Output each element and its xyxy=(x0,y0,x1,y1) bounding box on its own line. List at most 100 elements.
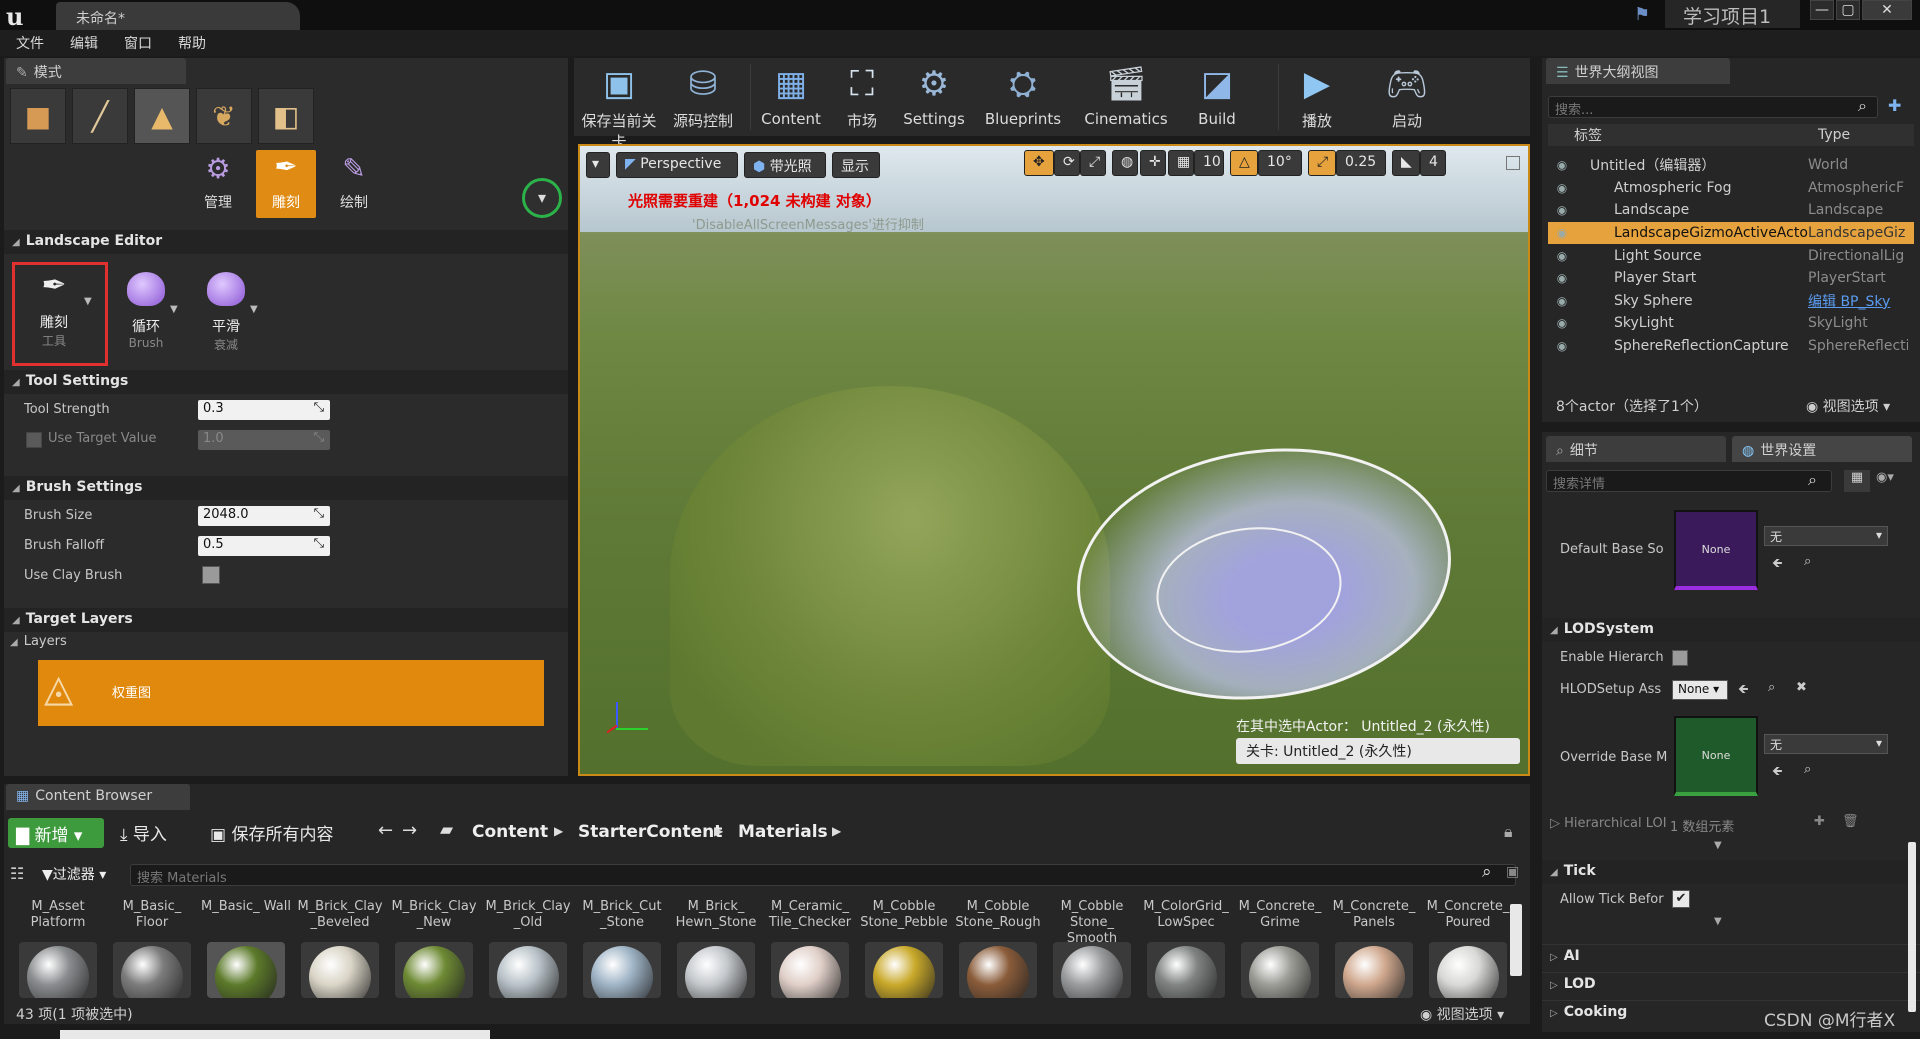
sculpt-tool-button[interactable]: ✒ 雕刻 工具 xyxy=(18,268,90,349)
folder-icon[interactable]: ▰ xyxy=(440,820,453,840)
scale-tool-button[interactable]: ⤢ xyxy=(1080,150,1106,176)
modes-tab[interactable]: ✎ 模式 xyxy=(6,58,186,84)
breadcrumb-starter-content[interactable]: StarterContent xyxy=(578,822,722,842)
tool-strength-field[interactable]: 0.3 ⤡ xyxy=(198,400,330,420)
settings-button[interactable]: ⚙ Settings xyxy=(896,58,972,134)
asset-thumbnail[interactable] xyxy=(1429,942,1507,998)
visibility-eye-icon[interactable]: ◉ xyxy=(1548,181,1576,195)
breadcrumb-separator-icon[interactable]: ▶ xyxy=(714,824,723,838)
play-button[interactable]: ▶ 播放 xyxy=(1284,58,1350,134)
use-selected-arrow-icon[interactable]: 🡸 xyxy=(1738,680,1749,702)
default-base-swatch[interactable]: None xyxy=(1674,510,1758,590)
grid-view-icon[interactable]: ▦ xyxy=(1844,470,1870,492)
scale-snap-value[interactable]: 0.25 xyxy=(1336,150,1386,176)
use-target-checkbox[interactable] xyxy=(26,432,42,448)
asset-thumbnail[interactable] xyxy=(677,942,755,998)
outliner-view-options[interactable]: ◉ 视图选项 ▾ xyxy=(1806,396,1890,416)
visibility-eye-icon[interactable]: ◉ xyxy=(1548,316,1576,330)
scale-snap-button[interactable]: ⤢ xyxy=(1308,150,1336,176)
override-base-dropdown[interactable]: 无 ▾ xyxy=(1764,734,1888,754)
browse-search-icon[interactable]: ⌕ xyxy=(1804,762,1811,777)
asset-thumbnail[interactable] xyxy=(19,942,97,998)
lock-icon[interactable]: 🔒︎ xyxy=(1504,822,1513,842)
type-column-header[interactable]: Type xyxy=(1818,127,1908,143)
breadcrumb-separator-icon[interactable]: ▶ xyxy=(554,824,563,838)
forward-arrow-icon[interactable]: → xyxy=(402,820,417,841)
content-browser-tab[interactable]: ▦ Content Browser xyxy=(6,784,190,810)
show-button[interactable]: 显示 xyxy=(832,152,880,178)
rotation-snap-button[interactable]: △ xyxy=(1230,150,1258,176)
list-item[interactable]: ◉ Player Start PlayerStart xyxy=(1548,267,1914,290)
menu-window[interactable]: 窗口 xyxy=(120,33,156,53)
falloff-dropdown-icon[interactable]: ▼ xyxy=(250,304,258,315)
details-scrollbar[interactable] xyxy=(1908,842,1916,1012)
add-filter-icon[interactable]: ✚ xyxy=(1888,96,1901,115)
marketplace-button[interactable]: ⛶ 市场 xyxy=(832,58,892,134)
hlod-setup-dropdown[interactable]: None ▾ xyxy=(1672,680,1728,700)
brush-settings-header[interactable]: ◢ Brush Settings xyxy=(4,476,568,500)
asset-thumbnail[interactable] xyxy=(1335,942,1413,998)
ai-header[interactable]: ▷ AI xyxy=(1542,944,1920,968)
visibility-eye-icon[interactable]: ◉ xyxy=(1548,158,1576,172)
eye-icon[interactable]: ◉▾ xyxy=(1876,470,1894,485)
flag-icon[interactable]: ⚑ xyxy=(1634,4,1660,26)
perspective-button[interactable]: ◤ Perspective xyxy=(616,152,738,178)
cb-view-options[interactable]: ◉ 视图选项 ▾ xyxy=(1420,1004,1504,1024)
save-all-button[interactable]: ▣ 保存所有内容 xyxy=(210,820,333,845)
asset-thumbnail[interactable] xyxy=(207,942,285,998)
world-settings-tab[interactable]: ◍ 世界设置 xyxy=(1732,436,1912,462)
asset-thumbnail[interactable] xyxy=(959,942,1037,998)
maximize-button[interactable]: ▢ xyxy=(1836,0,1860,20)
brush-type-dropdown-icon[interactable]: ▼ xyxy=(170,304,178,315)
enable-hierarchical-checkbox[interactable] xyxy=(1672,650,1688,666)
filters-button[interactable]: ▼过滤器 ▾ xyxy=(42,864,106,884)
rotation-snap-value[interactable]: 10° xyxy=(1258,150,1302,176)
add-new-button[interactable]: ▇ 新增 ▾ xyxy=(8,818,104,848)
camera-speed-button[interactable]: ◣ xyxy=(1392,150,1420,176)
landscape-editor-header[interactable]: ◢ Landscape Editor xyxy=(4,230,568,254)
list-item[interactable]: ◉ Atmospheric Fog AtmosphericF xyxy=(1548,177,1914,200)
visibility-eye-icon[interactable]: ◉ xyxy=(1548,203,1576,217)
rotate-tool-button[interactable]: ⟳ xyxy=(1054,150,1080,176)
asset-grid-scrollbar[interactable] xyxy=(1510,904,1522,976)
source-control-button[interactable]: ⛁ 源码控制 xyxy=(664,58,742,134)
clear-icon[interactable]: ✖ xyxy=(1796,680,1807,695)
chevron-down-icon[interactable]: ▼ xyxy=(1714,916,1722,927)
override-base-swatch[interactable]: None xyxy=(1674,716,1758,796)
visibility-eye-icon[interactable]: ◉ xyxy=(1548,271,1576,285)
list-item[interactable]: ◉ Sky Sphere 编辑 BP_Sky xyxy=(1548,290,1914,313)
lod-header[interactable]: ▷ LOD xyxy=(1542,972,1920,996)
launch-button[interactable]: 🎮︎ 启动 xyxy=(1374,58,1440,134)
list-item[interactable]: ◉ SkyLight SkyLight xyxy=(1548,312,1914,335)
visibility-eye-icon[interactable]: ◉ xyxy=(1548,249,1576,263)
add-element-icon[interactable]: ✚ xyxy=(1814,814,1825,829)
visibility-eye-icon[interactable]: ◉ xyxy=(1548,294,1576,308)
save-level-button[interactable]: ▣ 保存当前关卡 xyxy=(580,58,658,151)
manage-mode-button[interactable]: ⚙ 管理 xyxy=(188,152,248,216)
asset-search-input[interactable]: 搜索 Materials xyxy=(130,864,1516,886)
details-search-input[interactable]: 搜索详情 xyxy=(1546,470,1832,492)
default-base-dropdown[interactable]: 无 ▾ xyxy=(1764,526,1888,546)
chevron-down-icon[interactable]: ▼ xyxy=(1714,840,1722,851)
menu-help[interactable]: 帮助 xyxy=(174,33,210,53)
geometry-mode-button[interactable]: ◧ xyxy=(258,88,314,144)
cinematics-button[interactable]: 🎬︎ Cinematics xyxy=(1078,58,1174,134)
visibility-eye-icon[interactable]: ◉ xyxy=(1548,226,1576,240)
list-item[interactable]: ◉ Untitled（编辑器） World xyxy=(1548,154,1914,177)
expand-triangle-icon[interactable]: ▷ xyxy=(1550,816,1560,831)
visibility-eye-icon[interactable]: ◉ xyxy=(1548,339,1576,353)
lod-system-header[interactable]: ◢ LODSystem xyxy=(1542,618,1920,642)
camera-speed-value[interactable]: 4 xyxy=(1420,150,1446,176)
list-item[interactable]: ◉ Landscape Landscape xyxy=(1548,199,1914,222)
brush-falloff-field[interactable]: 0.5 ⤡ xyxy=(198,536,330,556)
details-tab[interactable]: ⌕ 细节 xyxy=(1546,436,1726,462)
outliner-tab[interactable]: ☰ 世界大纲视图 xyxy=(1546,58,1730,84)
lit-button[interactable]: ⬢ 带光照 xyxy=(744,152,826,178)
collapse-toggle[interactable]: ▾ xyxy=(522,178,562,218)
grid-snap-button[interactable]: ▦ xyxy=(1168,150,1194,176)
list-item[interactable]: ◉ LandscapeGizmoActiveActor LandscapeGiz xyxy=(1548,221,1914,245)
asset-thumbnail[interactable] xyxy=(1147,942,1225,998)
tool-settings-header[interactable]: ◢ Tool Settings xyxy=(4,370,568,394)
close-button[interactable]: ✕ xyxy=(1862,0,1912,20)
blueprints-button[interactable]: ⛭ Blueprints xyxy=(980,58,1066,134)
